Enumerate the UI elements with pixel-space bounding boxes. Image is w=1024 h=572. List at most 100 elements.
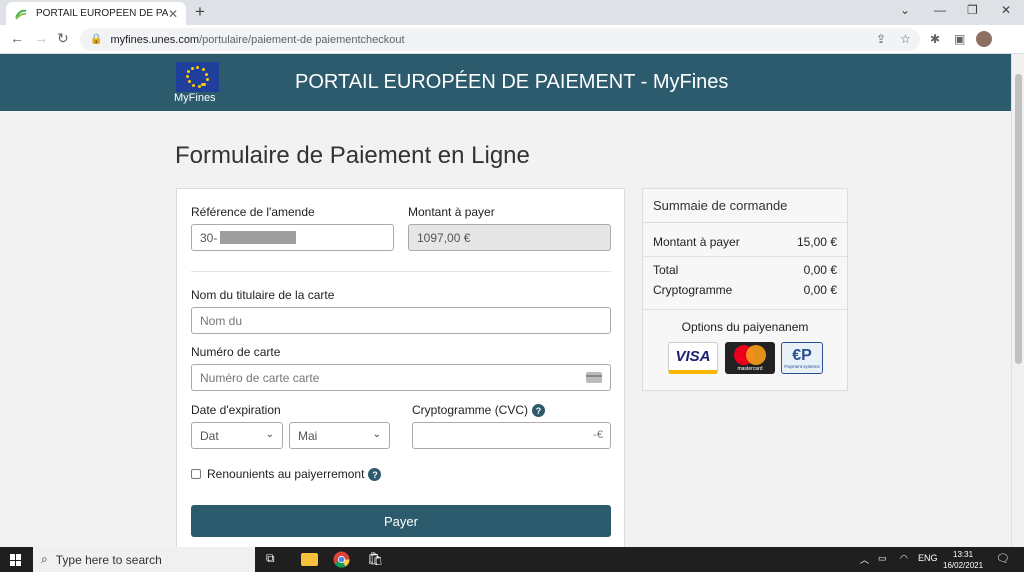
expiry-label: Date d'expiration [191,403,281,417]
cardholder-input[interactable]: Nom du [191,307,611,334]
brand-name: MyFines [174,92,216,104]
side-panel-icon[interactable]: ▣ [954,32,965,46]
summary-title: Summaie de cormande [643,189,847,223]
taskbar-clock[interactable]: 13:31 16/02/2021 [943,549,983,571]
windows-taskbar: ⌕ Type here to search ⧉ 🛍 ︿ ▭ ◠ ENG 13:3… [0,547,1024,572]
pay-button[interactable]: Payer [191,505,611,537]
help-icon[interactable]: ? [368,468,382,482]
cvc-label: Cryptogramme (CVC)? [412,403,546,418]
visa-logo: VISA [668,342,718,374]
file-explorer-icon[interactable] [301,553,318,566]
url-host: myfines.unes.com [110,33,200,46]
card-number-input[interactable]: Numéro de carte carte [191,364,611,391]
scrollbar-thumb[interactable] [1015,74,1022,364]
site-header: MyFines PORTAIL EUROPÉEN DE PAIEMENT - M… [0,54,1011,111]
summary-crypto-label: Cryptogramme [653,283,733,297]
battery-icon[interactable]: ▭ [878,553,887,564]
summary-amount-label: Montant à payer [653,235,740,249]
redacted-block [220,231,297,244]
cvc-icon: -€ [593,429,603,441]
share-icon[interactable]: ⇪ [876,32,886,46]
summary-divider [643,256,847,257]
windows-start-icon[interactable] [10,554,22,566]
close-window-icon[interactable]: ✕ [1001,3,1011,17]
back-icon[interactable]: ← [10,30,24,46]
new-tab-icon[interactable]: + [195,2,205,22]
help-icon[interactable]: ? [532,404,546,418]
tab-title: PORTAIL EUROPÉEN DE PAIEME [36,8,168,19]
expiry-month-select[interactable]: Mai ⌄ [289,422,390,449]
cardholder-label: Nom du titulaire de la carte [191,288,335,302]
tab-search-icon[interactable]: ⌄ [900,3,910,17]
reference-value: 30- [200,230,218,245]
extensions-icon[interactable]: ✱ [930,32,940,46]
task-view-icon[interactable]: ⧉ [266,551,283,568]
page-scrollbar[interactable] [1011,54,1024,547]
expiry-month-value: Mai [298,428,318,443]
language-indicator[interactable]: ENG [918,553,938,563]
reference-input[interactable]: 30- [191,224,394,251]
ep-text: Payment systems [784,363,820,369]
wifi-icon[interactable]: ◠ [900,553,908,564]
summary-divider [643,309,847,310]
cvc-input[interactable]: -€ [412,422,611,449]
taskbar-search[interactable]: ⌕ Type here to search [33,547,255,572]
bookmark-star-icon[interactable]: ☆ [900,32,911,46]
eu-flag-logo [176,62,219,92]
mastercard-circles-icon [733,344,767,365]
payment-form: Référence de l'amende 30- Montant à paye… [176,188,625,547]
page-viewport: MyFines PORTAIL EUROPÉEN DE PAIEMENT - M… [0,54,1011,547]
reload-icon[interactable]: ↻ [57,30,69,47]
order-summary: Summaie de cormande Montant à payer 15,0… [642,188,848,391]
restore-icon[interactable]: ❐ [967,3,978,17]
close-tab-icon[interactable]: ✕ [168,7,178,21]
expiry-day-value: Dat [200,428,219,443]
lock-icon[interactable]: 🔒 [90,34,102,45]
forward-icon[interactable]: → [34,30,48,46]
search-icon: ⌕ [41,552,48,566]
form-divider [191,271,611,272]
cardholder-placeholder: Nom du [200,313,243,328]
site-title: PORTAIL EUROPÉEN DE PAIEMENT - MyFines [295,71,729,93]
profile-avatar[interactable] [976,31,992,47]
card-number-label: Numéro de carte [191,345,281,359]
card-number-placeholder: Numéro de carte carte [200,370,320,385]
url-path: /portulaire/paiement-de paiementcheckout [199,33,405,46]
payment-options-title: Options du paiyenanem [681,320,809,334]
remember-checkbox[interactable] [191,469,201,479]
browser-tab[interactable]: PORTAIL EUROPÉEN DE PAIEME ✕ [6,2,186,25]
amount-label: Montant à payer [408,205,495,219]
tray-chevron-icon[interactable]: ︿ [860,553,869,566]
reference-label: Référence de l'amende [191,205,315,219]
summary-total-value: 0,00 € [803,263,837,277]
chrome-icon[interactable] [333,551,350,568]
summary-crypto-value: 0,00 € [803,283,837,297]
ep-mark: €P [792,346,812,364]
amount-field: 1097,00 € [408,224,611,251]
favicon-icon [15,9,27,20]
expiry-day-select[interactable]: Dat ⌄ [191,422,283,449]
minimize-icon[interactable]: — [934,3,946,17]
summary-total-row: Total 0,00 € [653,263,837,277]
clock-time: 13:31 [953,550,974,559]
address-bar[interactable]: 🔒 myfines.unes.com/portulaire/paiement-d… [80,28,920,51]
chevron-down-icon: ⌄ [265,429,274,440]
browser-toolbar: ← → ↻ 🔒 myfines.unes.com/portulaire/paie… [0,25,1024,54]
notifications-icon[interactable]: 🗨 [996,552,1010,565]
store-icon[interactable]: 🛍 [367,551,384,568]
credit-card-icon [586,372,602,383]
mastercard-text: mastercard [737,365,763,372]
summary-total-label: Total [653,263,679,277]
chevron-down-icon: ⌄ [372,429,381,440]
remember-label: Renounients au paiyerremont? [207,467,382,482]
summary-crypto-row: Cryptogramme 0,00 € [653,283,837,297]
clock-date: 16/02/2021 [943,561,984,570]
taskbar-search-placeholder: Type here to search [55,552,162,567]
summary-amount-row: Montant à payer 15,00 € [653,235,837,249]
amount-value: 1097,00 € [417,230,471,245]
mastercard-logo: mastercard [725,342,775,374]
page-title: Formulaire de Paiement en Ligne [175,142,530,169]
browser-tab-bar: PORTAIL EUROPÉEN DE PAIEME ✕ + ⌄ — ❐ ✕ [0,0,1024,25]
ep-payment-logo: €P Payment systems [781,342,823,374]
summary-amount-value: 15,00 € [796,235,837,249]
